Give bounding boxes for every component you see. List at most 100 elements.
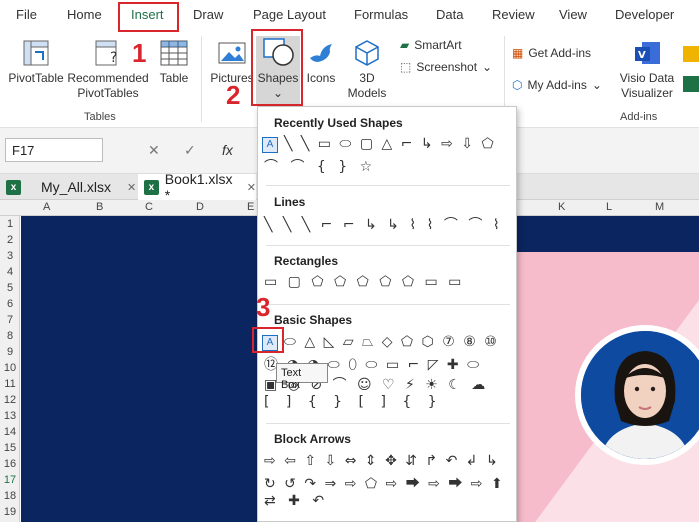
table-icon — [160, 40, 188, 66]
name-box[interactable]: F17 — [5, 138, 103, 162]
basic-shapes-glyphs[interactable]: [ ] { } [ ] { } — [264, 394, 443, 410]
svg-text:V: V — [638, 50, 646, 61]
row-header[interactable]: 17 — [0, 474, 20, 486]
cancel-icon[interactable]: ✕ — [148, 142, 160, 159]
addins-group-label: Add-ins — [620, 111, 658, 123]
3d-models-button[interactable]: 3D Models ⌄ — [341, 38, 393, 116]
my-addins-chevron-icon: ⌄ — [591, 78, 602, 92]
tables-group-label: Tables — [84, 111, 116, 123]
fx-icon[interactable]: fx — [222, 142, 233, 158]
bird-icon — [310, 44, 332, 62]
recent-shapes-row: A ╲ ╲ ▭ ⬭ ▢ △ ⌐ ↳ ⇨ ⇩ ⬠ — [262, 136, 512, 155]
basic-shapes-glyphs[interactable]: ⬭ △ ◺ ▱ ⏢ ◇ ⬠ ⬡ ⑦ ⑧ ⑩ — [284, 334, 499, 350]
tab-page-layout[interactable]: Page Layout — [253, 7, 326, 22]
row-header[interactable]: 11 — [0, 378, 20, 390]
rectangles-heading: Rectangles — [274, 254, 339, 268]
row-header[interactable]: 5 — [0, 282, 20, 294]
tab-file[interactable]: File — [16, 7, 37, 22]
screenshot-button[interactable]: ⬚ Screenshot ⌄ — [400, 60, 492, 74]
cube-icon — [355, 40, 379, 66]
lines-row: ╲ ╲ ╲ ⌐ ⌐ ↳ ↳ ⌇ ⌇ ⌒ ⌒ ⌇ — [262, 215, 512, 233]
recent-shapes-glyphs[interactable]: ╲ ╲ ▭ ⬭ ▢ △ ⌐ ↳ ⇨ ⇩ ⬠ — [284, 136, 496, 152]
recent-shapes-glyphs[interactable]: ⌒ ⌒ { } ☆ — [264, 156, 376, 176]
visio-icon: V — [635, 42, 660, 64]
row-header[interactable]: 9 — [0, 346, 20, 358]
tab-developer[interactable]: Developer — [615, 7, 674, 22]
tab-view[interactable]: View — [559, 7, 587, 22]
3d-label-1: 3D — [359, 71, 375, 85]
row-header[interactable]: 13 — [0, 410, 20, 422]
block-arrow-glyphs[interactable]: ⇨ ⇦ ⇧ ⇩ ⇔ ⇕ ✥ ⇵ ↱ ↶ ↲ ↳ — [264, 453, 500, 469]
workbook-tab-book1[interactable]: x Book1.xlsx * ✕ — [138, 171, 256, 203]
block-arrow-glyphs[interactable]: ⇄ ✚ ↶ — [264, 493, 328, 509]
column-header[interactable]: L — [606, 201, 612, 213]
row-header[interactable]: 4 — [0, 266, 20, 278]
row-header[interactable]: 2 — [0, 234, 20, 246]
column-header[interactable]: C — [145, 201, 153, 213]
store-icon: ▦ — [512, 46, 524, 60]
3d-label-2: Models — [347, 86, 387, 100]
column-header[interactable]: K — [558, 201, 565, 213]
rectangle-shapes-glyphs[interactable]: ▭ ▢ ⬠ ⬠ ⬠ ⬠ ⬠ ▭ ▭ — [264, 274, 464, 290]
text-box-shape-icon[interactable]: A — [262, 137, 278, 153]
row-header[interactable]: 8 — [0, 330, 20, 342]
get-addins-label: Get Add-ins — [528, 46, 592, 60]
row-header[interactable]: 1 — [0, 218, 20, 230]
block-arrows-heading: Block Arrows — [274, 432, 351, 446]
row-headers: 1 2 3 4 5 6 7 8 9 10 11 12 13 14 15 16 1… — [0, 216, 20, 522]
column-header[interactable]: E — [247, 201, 254, 213]
row-header[interactable]: 6 — [0, 298, 20, 310]
row-header[interactable]: 12 — [0, 394, 20, 406]
ribbon-tab-bar: File Home Insert Draw Page Layout Formul… — [0, 0, 699, 32]
tab-data[interactable]: Data — [436, 7, 463, 22]
pivot-table-button[interactable]: PivotTable — [6, 38, 66, 86]
row-header[interactable]: 7 — [0, 314, 20, 326]
row-header[interactable]: 3 — [0, 250, 20, 262]
enter-icon[interactable]: ✓ — [184, 142, 196, 159]
menu-divider — [266, 304, 510, 305]
block-arrow-glyphs[interactable]: ↻ ↺ ↷ ⇒ ⇨ ⬠ ⇨ ⮕ ⇨ ⮕ ⇨ ⬆ — [264, 473, 505, 493]
pivot-table-icon — [23, 40, 49, 66]
column-header[interactable]: B — [96, 201, 103, 213]
icons-button[interactable]: Icons — [303, 38, 339, 86]
table-button[interactable]: Table — [154, 38, 194, 86]
basic-shapes-heading: Basic Shapes — [274, 313, 353, 327]
addin-icon[interactable] — [683, 46, 699, 62]
close-icon[interactable]: ✕ — [127, 181, 136, 194]
text-box-tooltip: Text Box — [276, 363, 328, 391]
my-addins-label: My Add-ins — [527, 78, 587, 92]
pictures-button[interactable]: Pictures — [209, 38, 255, 86]
pictures-icon — [218, 42, 246, 64]
row-header[interactable]: 14 — [0, 426, 20, 438]
block-arrows-row: ⇄ ✚ ↶ — [262, 493, 512, 512]
shapes-dropdown: Recently Used Shapes A ╲ ╲ ▭ ⬭ ▢ △ ⌐ ↳ ⇨… — [257, 106, 517, 522]
basic-shapes-row: [ ] { } [ ] { } — [262, 394, 512, 413]
close-icon[interactable]: ✕ — [247, 181, 256, 194]
line-shapes-glyphs[interactable]: ╲ ╲ ╲ ⌐ ⌐ ↳ ↳ ⌇ ⌇ ⌒ ⌒ ⌇ — [264, 214, 503, 234]
row-header[interactable]: 18 — [0, 490, 20, 502]
get-addins-button[interactable]: ▦ Get Add-ins — [512, 46, 591, 60]
column-header[interactable]: D — [196, 201, 204, 213]
insert-highlight — [118, 2, 179, 32]
addins-icon: ⬡ — [512, 78, 523, 92]
tab-home[interactable]: Home — [67, 7, 102, 22]
smartart-button[interactable]: ▰ SmartArt — [400, 38, 462, 52]
block-arrows-row: ↻ ↺ ↷ ⇒ ⇨ ⬠ ⇨ ⮕ ⇨ ⮕ ⇨ ⬆ — [262, 474, 512, 492]
workbook-tab-my-all[interactable]: x My_All.xlsx ✕ — [0, 174, 138, 200]
row-header[interactable]: 16 — [0, 458, 20, 470]
portrait-image — [581, 331, 699, 459]
row-header[interactable]: 15 — [0, 442, 20, 454]
column-header[interactable]: A — [43, 201, 50, 213]
tab-review[interactable]: Review — [492, 7, 535, 22]
addin-icon[interactable] — [683, 76, 699, 92]
tab-formulas[interactable]: Formulas — [354, 7, 408, 22]
row-header[interactable]: 19 — [0, 506, 20, 518]
column-header[interactable]: M — [655, 201, 664, 213]
row-header[interactable]: 10 — [0, 362, 20, 374]
excel-icon: x — [6, 179, 21, 195]
step-1-label: 1 — [132, 38, 147, 68]
visio-label-1: Visio Data — [619, 71, 675, 85]
tab-draw[interactable]: Draw — [193, 7, 223, 22]
visio-data-visualizer-button[interactable]: V Visio Data Visualizer — [617, 38, 677, 101]
my-addins-button[interactable]: ⬡ My Add-ins ⌄ — [512, 78, 602, 92]
